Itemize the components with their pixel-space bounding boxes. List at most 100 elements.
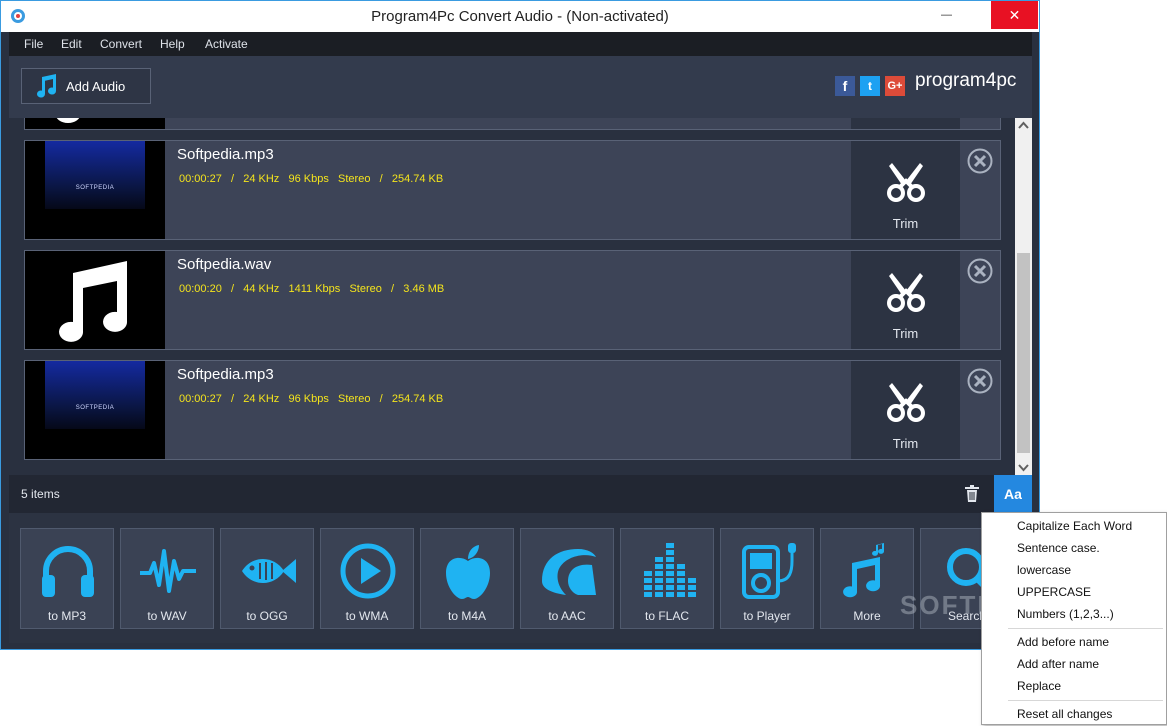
menu-convert[interactable]: Convert <box>100 37 142 51</box>
fish-icon <box>242 559 296 583</box>
apple-icon <box>446 545 490 599</box>
music-note-icon <box>59 261 128 342</box>
window-title: Program4Pc Convert Audio - (Non-activate… <box>371 8 669 25</box>
to-player-button[interactable]: to Player <box>720 528 814 629</box>
list-item[interactable]: SOFTPEDIA Softpedia.mp3 00:00:27 / 24 KH… <box>24 360 1001 460</box>
file-meta: 00:00:27 / 24 KHz 96 Kbps Stereo / 254.7… <box>179 173 444 185</box>
rename-context-menu: Capitalize Each Word Sentence case. lowe… <box>981 512 1167 725</box>
remove-file-icon[interactable] <box>967 258 993 284</box>
trim-label: Trim <box>892 326 919 341</box>
close-icon: ✕ <box>1008 6 1021 23</box>
list-item[interactable]: Softpedia.wav 00:00:20 / 44 KHz 1411 Kbp… <box>24 250 1001 350</box>
file-name: Softpedia.wav <box>177 256 272 273</box>
item-count: 5 items <box>21 487 60 501</box>
google-plus-icon[interactable]: G+ <box>885 76 905 96</box>
waveform-icon <box>140 549 196 593</box>
file-name: Softpedia.mp3 <box>177 366 274 383</box>
scrollbar-thumb[interactable] <box>1017 253 1030 453</box>
thumbnail-text: SOFTPEDIA <box>75 185 115 191</box>
app-window: Program4Pc Convert Audio - (Non-activate… <box>0 0 1040 650</box>
menu-separator <box>1008 700 1163 701</box>
trim-button[interactable] <box>851 118 960 129</box>
format-label: to WMA <box>345 609 389 623</box>
close-button[interactable]: ✕ <box>991 1 1038 29</box>
file-thumbnail <box>25 251 165 349</box>
format-label: to OGG <box>246 609 288 623</box>
trash-icon[interactable] <box>964 485 980 503</box>
music-note-icon <box>56 118 80 123</box>
trim-label: Trim <box>892 436 919 451</box>
toolbar: Add Audio f t G+ program4pc <box>9 56 1032 118</box>
title-bar: Program4Pc Convert Audio - (Non-activate… <box>1 1 1039 32</box>
menu-item-reset-all-changes[interactable]: Reset all changes <box>1017 707 1112 721</box>
file-list: SOFTPEDIA Softpedia.mp3 00:00:27 / 24 KH… <box>9 118 1015 475</box>
brand-text: program4pc <box>915 70 1017 91</box>
file-name: Softpedia.mp3 <box>177 146 274 163</box>
aac-swirl-icon <box>542 549 596 595</box>
to-aac-button[interactable]: to AAC <box>520 528 614 629</box>
player-device-icon <box>742 543 796 599</box>
menu-help[interactable]: Help <box>160 37 185 51</box>
scissors-icon <box>887 383 925 422</box>
equalizer-icon <box>644 543 696 597</box>
scissors-icon <box>887 163 925 202</box>
menu-edit[interactable]: Edit <box>61 37 82 51</box>
headphones-icon <box>42 546 94 597</box>
file-meta: 00:00:20 / 44 KHz 1411 Kbps Stereo / 3.4… <box>179 283 445 295</box>
minimize-button[interactable]: — <box>924 1 969 29</box>
format-label: to M4A <box>447 609 486 623</box>
add-audio-button[interactable]: Add Audio <box>21 68 151 104</box>
twitter-icon[interactable]: t <box>860 76 880 96</box>
trim-label: Trim <box>892 216 919 231</box>
menu-file[interactable]: File <box>24 37 43 51</box>
play-circle-icon <box>340 543 396 599</box>
scroll-up-icon[interactable] <box>1015 118 1032 134</box>
scissors-icon <box>887 273 925 312</box>
format-label: to MP3 <box>47 609 86 623</box>
to-mp3-button[interactable]: to MP3 <box>20 528 114 629</box>
remove-file-icon[interactable] <box>967 368 993 394</box>
vertical-scrollbar[interactable] <box>1015 118 1032 475</box>
format-bar: to MP3 to WAV to OGG to WMA to M4A to AA… <box>9 513 1032 643</box>
brand-logo[interactable]: program4pc <box>915 70 1023 102</box>
format-label: to Player <box>743 609 791 623</box>
format-label: to FLAC <box>644 609 689 623</box>
music-notes-icon <box>843 543 885 598</box>
to-m4a-button[interactable]: to M4A <box>420 528 514 629</box>
softpedia-thumbnail: SOFTPEDIA <box>45 361 145 429</box>
format-label: to AAC <box>548 609 586 623</box>
menu-separator <box>1008 628 1163 629</box>
file-thumbnail <box>25 118 165 129</box>
menu-item-sentence-case[interactable]: Sentence case. <box>1017 541 1100 555</box>
menu-item-add-after-name[interactable]: Add after name <box>1017 657 1099 671</box>
rename-case-button[interactable]: Aa <box>994 475 1032 513</box>
to-wma-button[interactable]: to WMA <box>320 528 414 629</box>
list-item[interactable] <box>24 118 1001 130</box>
menu-item-add-before-name[interactable]: Add before name <box>1017 635 1109 649</box>
menu-item-lowercase[interactable]: lowercase <box>1017 563 1071 577</box>
trim-button[interactable]: Trim <box>851 141 960 239</box>
list-item[interactable]: SOFTPEDIA Softpedia.mp3 00:00:27 / 24 KH… <box>24 140 1001 240</box>
trim-button[interactable]: Trim <box>851 361 960 459</box>
scroll-down-icon[interactable] <box>1015 459 1032 475</box>
to-flac-button[interactable]: to FLAC <box>620 528 714 629</box>
format-label: to WAV <box>147 609 187 623</box>
menu-item-uppercase[interactable]: UPPERCASE <box>1017 585 1091 599</box>
menu-item-replace[interactable]: Replace <box>1017 679 1061 693</box>
status-bar: 5 items Aa <box>9 475 1032 513</box>
menu-item-numbers[interactable]: Numbers (1,2,3...) <box>1017 607 1114 621</box>
menu-activate[interactable]: Activate <box>205 37 248 51</box>
music-note-icon <box>37 74 56 98</box>
minimize-icon: — <box>941 9 952 21</box>
to-wav-button[interactable]: to WAV <box>120 528 214 629</box>
thumbnail-text: SOFTPEDIA <box>75 405 115 411</box>
to-ogg-button[interactable]: to OGG <box>220 528 314 629</box>
file-meta: 00:00:27 / 24 KHz 96 Kbps Stereo / 254.7… <box>179 393 444 405</box>
file-thumbnail: SOFTPEDIA <box>25 141 165 239</box>
trim-button[interactable]: Trim <box>851 251 960 349</box>
menu-item-capitalize-each-word[interactable]: Capitalize Each Word <box>1017 519 1132 533</box>
add-audio-label: Add Audio <box>66 78 126 94</box>
remove-file-icon[interactable] <box>967 148 993 174</box>
menu-bar: File Edit Convert Help Activate <box>9 32 1032 56</box>
facebook-icon[interactable]: f <box>835 76 855 96</box>
